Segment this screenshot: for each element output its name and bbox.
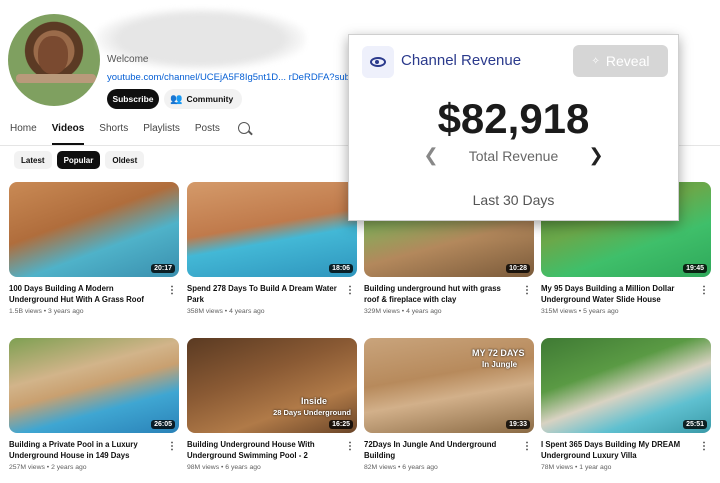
video-age: 2 years ago: [51, 464, 87, 471]
thumbnail-overlay-text: 28 Days Underground: [273, 408, 351, 417]
community-button[interactable]: 👥 Community: [164, 89, 243, 109]
thumbnail-overlay-text: In Jungle: [482, 360, 518, 369]
video-duration: 26:05: [151, 420, 175, 429]
video-meta: 98M views • 6 years ago: [187, 464, 261, 471]
chevron-left-icon[interactable]: ❮: [411, 145, 451, 166]
video-age: 6 years ago: [402, 464, 438, 471]
video-thumbnail[interactable]: 18:06: [187, 182, 357, 277]
video-meta: 1.5B views • 3 years ago: [9, 308, 84, 315]
total-revenue-label: Total Revenue: [468, 147, 559, 164]
channel-avatar[interactable]: [8, 14, 100, 106]
avatar-arm: [16, 74, 96, 83]
reveal-button[interactable]: ✧ Reveal: [573, 45, 668, 77]
video-meta: 78M views • 1 year ago: [541, 464, 612, 471]
sort-popular-chip[interactable]: Popular: [56, 151, 101, 169]
video-age: 4 years ago: [229, 308, 265, 315]
video-views: 82M views: [364, 464, 397, 471]
channel-revenue-card: Channel Revenue ✧ Reveal $82,918 ❮ Total…: [348, 34, 679, 221]
sort-chips: Latest Popular Oldest: [14, 151, 145, 169]
video-age: 6 years ago: [225, 464, 261, 471]
tab-videos[interactable]: Videos: [51, 123, 84, 145]
video-views: 1.5B views: [9, 308, 42, 315]
tab-home[interactable]: Home: [10, 123, 37, 134]
more-vert-icon[interactable]: ⋮: [699, 441, 709, 452]
sort-latest-chip[interactable]: Latest: [14, 151, 52, 169]
video-title[interactable]: 72Days In Jungle And Underground Buildin…: [364, 440, 514, 461]
video-duration: 18:06: [329, 264, 353, 273]
tab-playlists[interactable]: Playlists: [143, 123, 180, 134]
video-duration: 19:33: [506, 420, 530, 429]
channel-tabs: Home Videos Shorts Playlists Posts: [10, 122, 250, 145]
more-vert-icon[interactable]: ⋮: [345, 441, 355, 452]
video-age: 5 years ago: [583, 308, 619, 315]
tab-posts[interactable]: Posts: [195, 123, 220, 134]
video-meta: 82M views • 6 years ago: [364, 464, 438, 471]
thumbnail-overlay-text: MY 72 DAYS: [472, 348, 525, 358]
video-views: 358M views: [187, 308, 223, 315]
chevron-right-icon[interactable]: ❯: [576, 145, 616, 166]
video-meta: 358M views • 4 years ago: [187, 308, 265, 315]
video-duration: 16:25: [329, 420, 353, 429]
revenue-nav: ❮ Total Revenue ❯: [349, 145, 678, 166]
video-card[interactable]: Inside 28 Days Underground 16:25 Buildin…: [187, 338, 357, 471]
video-title[interactable]: Spend 278 Days To Build A Dream Water Pa…: [187, 284, 337, 305]
video-card[interactable]: MY 72 DAYS In Jungle 19:33 72Days In Jun…: [364, 338, 534, 471]
thumbnail-overlay-text: Inside: [300, 396, 327, 406]
video-duration: 19:45: [683, 264, 707, 273]
video-title[interactable]: Building a Private Pool in a Luxury Unde…: [9, 440, 159, 461]
more-vert-icon[interactable]: ⋮: [699, 285, 709, 296]
revenue-amount: $82,918: [437, 95, 590, 142]
video-meta: 315M views • 5 years ago: [541, 308, 619, 315]
video-age: 3 years ago: [48, 308, 84, 315]
sparkle-icon: ✧: [591, 55, 600, 67]
video-thumbnail[interactable]: 20:17: [9, 182, 179, 277]
video-card[interactable]: 18:06 Spend 278 Days To Build A Dream Wa…: [187, 182, 357, 315]
video-title[interactable]: Building Underground House With Undergro…: [187, 440, 337, 461]
video-duration: 10:28: [506, 264, 530, 273]
video-meta: 329M views • 4 years ago: [364, 308, 442, 315]
subscribe-button[interactable]: Subscribe: [107, 89, 159, 109]
video-age: 1 year ago: [579, 464, 612, 471]
video-views: 78M views: [541, 464, 574, 471]
avatar-face: [38, 36, 68, 74]
video-title[interactable]: 100 Days Building A Modern Underground H…: [9, 284, 159, 305]
video-views: 98M views: [187, 464, 220, 471]
video-card[interactable]: 25:51 I Spent 365 Days Building My DREAM…: [541, 338, 711, 471]
sort-oldest-chip[interactable]: Oldest: [105, 151, 145, 169]
video-views: 257M views: [9, 464, 45, 471]
video-meta: 257M views • 2 years ago: [9, 464, 87, 471]
video-card[interactable]: 26:05 Building a Private Pool in a Luxur…: [9, 338, 179, 471]
more-vert-icon[interactable]: ⋮: [522, 441, 532, 452]
search-icon[interactable]: [237, 122, 250, 134]
more-vert-icon[interactable]: ⋮: [167, 285, 177, 296]
video-thumbnail[interactable]: 25:51: [541, 338, 711, 433]
more-vert-icon[interactable]: ⋮: [167, 441, 177, 452]
eye-icon: [370, 57, 386, 67]
tab-shorts[interactable]: Shorts: [99, 123, 128, 134]
welcome-text: Welcome: [107, 54, 149, 65]
more-vert-icon[interactable]: ⋮: [345, 285, 355, 296]
video-title[interactable]: I Spent 365 Days Building My DREAM Under…: [541, 440, 691, 461]
video-duration: 25:51: [683, 420, 707, 429]
eye-icon-box[interactable]: [362, 46, 394, 78]
video-thumbnail[interactable]: Inside 28 Days Underground 16:25: [187, 338, 357, 433]
video-card[interactable]: 20:17 100 Days Building A Modern Undergr…: [9, 182, 179, 315]
more-vert-icon[interactable]: ⋮: [522, 285, 532, 296]
video-thumbnail[interactable]: 26:05: [9, 338, 179, 433]
video-duration: 20:17: [151, 264, 175, 273]
video-title[interactable]: Building underground hut with grass roof…: [364, 284, 514, 305]
video-views: 329M views: [364, 308, 400, 315]
video-age: 4 years ago: [406, 308, 442, 315]
video-thumbnail[interactable]: MY 72 DAYS In Jungle 19:33: [364, 338, 534, 433]
people-icon: 👥: [170, 93, 183, 105]
revenue-title: Channel Revenue: [401, 52, 522, 69]
revenue-period: Last 30 Days: [472, 192, 555, 208]
video-title[interactable]: My 95 Days Building a Million Dollar Und…: [541, 284, 691, 305]
video-views: 315M views: [541, 308, 577, 315]
community-label: Community: [186, 94, 234, 104]
reveal-label: Reveal: [605, 53, 650, 69]
